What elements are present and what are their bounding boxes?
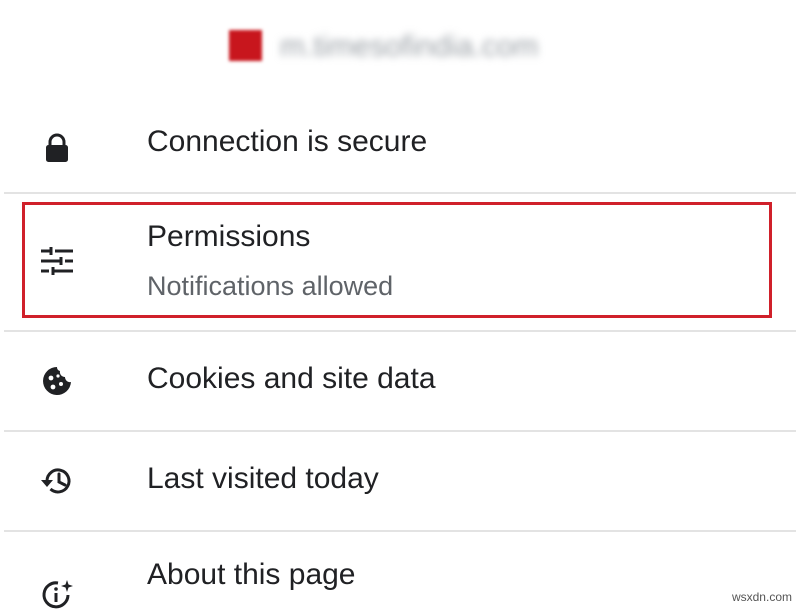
watermark: wsxdn.com — [731, 590, 792, 604]
last-visited-row[interactable]: Last visited today — [4, 436, 796, 528]
about-page-label: About this page — [147, 558, 356, 591]
divider — [4, 430, 796, 432]
about-page-row[interactable]: About this page — [4, 536, 796, 609]
site-header: m.timesofindia.com — [0, 0, 800, 92]
divider — [4, 330, 796, 332]
cookies-row[interactable]: Cookies and site data — [4, 336, 796, 428]
divider — [4, 530, 796, 532]
divider — [4, 192, 796, 194]
history-icon — [40, 464, 74, 498]
site-favicon — [229, 30, 262, 61]
lock-icon — [40, 131, 74, 165]
last-visited-label: Last visited today — [147, 462, 379, 495]
permissions-label: Permissions — [147, 220, 311, 253]
permissions-row[interactable]: Permissions Notifications allowed — [4, 198, 796, 326]
site-url: m.timesofindia.com — [280, 30, 539, 63]
info-sparkle-icon — [40, 578, 74, 612]
permissions-status: Notifications allowed — [147, 271, 394, 301]
tune-icon — [40, 244, 74, 278]
cookies-label: Cookies and site data — [147, 362, 436, 395]
connection-security-label: Connection is secure — [147, 125, 428, 158]
connection-security-row[interactable]: Connection is secure — [4, 104, 796, 190]
cookie-icon — [40, 364, 74, 398]
